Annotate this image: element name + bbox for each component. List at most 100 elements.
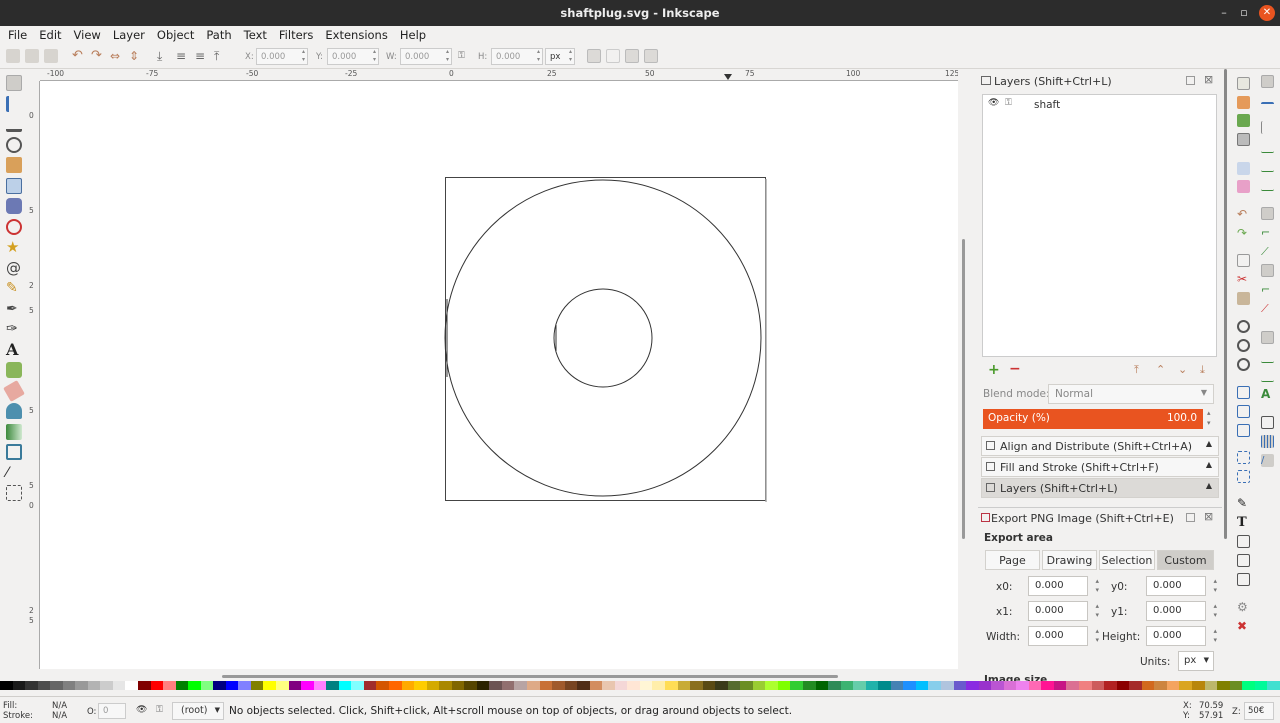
- palette-swatch[interactable]: [865, 681, 879, 690]
- xml-editor-icon[interactable]: [1237, 554, 1250, 567]
- palette-swatch[interactable]: [715, 681, 728, 690]
- lower-layer-icon[interactable]: ⌄: [1178, 363, 1187, 376]
- horizontal-scrollbar[interactable]: [40, 674, 958, 680]
- snap-guide-icon[interactable]: /: [1261, 454, 1274, 467]
- rectangle-tool-icon[interactable]: [6, 178, 22, 194]
- palette-swatch[interactable]: [589, 681, 603, 690]
- palette-swatch[interactable]: [276, 681, 289, 690]
- rotate-ccw-icon[interactable]: ↶: [72, 49, 86, 63]
- eye-icon[interactable]: 👁: [988, 98, 999, 108]
- opacity-input[interactable]: 0: [98, 703, 126, 719]
- palette-swatch[interactable]: [401, 681, 415, 690]
- spiral-tool-icon[interactable]: @: [6, 260, 22, 276]
- layers-panel-tab[interactable]: Layers (Shift+Ctrl+L) ▲: [981, 478, 1219, 498]
- ellipse-tool-icon[interactable]: [6, 219, 22, 235]
- unlink-clone-icon[interactable]: [1237, 424, 1250, 437]
- menu-file[interactable]: File: [2, 26, 33, 44]
- print-icon[interactable]: [1237, 133, 1250, 146]
- palette-swatch[interactable]: [903, 681, 916, 690]
- palette-swatch[interactable]: [953, 681, 967, 690]
- snap-center-icon[interactable]: [1261, 350, 1274, 363]
- palette-swatch[interactable]: [363, 681, 377, 690]
- undo-icon[interactable]: ↶: [1237, 208, 1250, 221]
- palette-swatch[interactable]: [489, 681, 502, 690]
- snap-midpoint-icon[interactable]: ⟋: [1261, 302, 1274, 315]
- clone-icon[interactable]: [1237, 405, 1250, 418]
- palette-swatch[interactable]: [188, 681, 201, 690]
- dropper-tool-icon[interactable]: ⁄: [6, 465, 22, 481]
- snap-cusp-icon[interactable]: [1261, 264, 1274, 277]
- y0-input[interactable]: 0.000: [1146, 576, 1217, 596]
- layer-row[interactable]: 👁 ⚿ shaft: [983, 97, 1216, 113]
- palette-swatch[interactable]: [213, 681, 226, 690]
- transform-patterns-icon[interactable]: [644, 49, 658, 63]
- palette-swatch[interactable]: [414, 681, 427, 690]
- palette-swatch[interactable]: [1179, 681, 1192, 690]
- palette-swatch[interactable]: [828, 681, 841, 690]
- export-page-button[interactable]: Page: [985, 550, 1040, 570]
- palette-swatch[interactable]: [614, 681, 628, 690]
- export-selection-button[interactable]: Selection: [1099, 550, 1155, 570]
- remove-layer-icon[interactable]: −: [1009, 361, 1021, 377]
- snap-intersection-icon[interactable]: ⟋: [1261, 245, 1274, 258]
- palette-swatch[interactable]: [301, 681, 314, 690]
- deselect-icon[interactable]: [44, 49, 58, 63]
- vertical-scrollbar[interactable]: [958, 69, 968, 674]
- palette-swatch[interactable]: [376, 681, 389, 690]
- opacity-slider[interactable]: Opacity (%) 100.0: [983, 409, 1203, 429]
- palette-swatch[interactable]: [163, 681, 176, 690]
- minimize-button[interactable]: –: [1216, 5, 1232, 21]
- copy-icon[interactable]: [1237, 254, 1250, 267]
- snap-path-icon[interactable]: ⌐: [1261, 226, 1274, 239]
- zoom-input[interactable]: 50€: [1244, 702, 1274, 720]
- redo-icon[interactable]: ↷: [1237, 227, 1250, 240]
- palette-swatch[interactable]: [125, 681, 139, 690]
- palette-swatch[interactable]: [727, 681, 741, 690]
- menu-path[interactable]: Path: [200, 26, 237, 44]
- palette-swatch[interactable]: [790, 681, 803, 690]
- h-input[interactable]: 0.000: [491, 48, 543, 65]
- palette-swatch[interactable]: [564, 681, 578, 690]
- palette-swatch[interactable]: [1041, 681, 1054, 690]
- lock-icon[interactable]: ⚿: [1005, 98, 1012, 108]
- horizontal-scroll-thumb[interactable]: [222, 675, 838, 678]
- ungroup-icon[interactable]: [1237, 470, 1250, 483]
- tweak-tool-icon[interactable]: [6, 116, 22, 132]
- palette-swatch[interactable]: [1204, 681, 1218, 690]
- document-properties-icon[interactable]: ✖: [1237, 620, 1250, 633]
- text-font-icon[interactable]: T: [1237, 516, 1250, 529]
- snap-bbox-midpoint-icon[interactable]: [1261, 159, 1274, 172]
- 3d-box-tool-icon[interactable]: [6, 198, 22, 214]
- flip-vertical-icon[interactable]: ⇕: [129, 49, 143, 63]
- palette-swatch[interactable]: [915, 681, 929, 690]
- menu-object[interactable]: Object: [151, 26, 200, 44]
- node-tool-icon[interactable]: [6, 96, 22, 112]
- palette-swatch[interactable]: [652, 681, 665, 690]
- x-input[interactable]: 0.000: [256, 48, 308, 65]
- unit-select[interactable]: px: [545, 48, 575, 65]
- zoom-drawing-icon[interactable]: [1237, 339, 1250, 352]
- palette-swatch[interactable]: [1217, 681, 1230, 690]
- float-panel-icon[interactable]: [1186, 513, 1195, 522]
- palette-swatch[interactable]: [1104, 681, 1117, 690]
- palette-swatch[interactable]: [426, 681, 440, 690]
- palette-swatch[interactable]: [1053, 681, 1067, 690]
- pencil-tool-icon[interactable]: ✎: [6, 280, 22, 296]
- y-input[interactable]: 0.000: [327, 48, 379, 65]
- raise-icon[interactable]: ≡: [195, 49, 209, 63]
- palette-swatch[interactable]: [238, 681, 251, 690]
- close-button[interactable]: ✕: [1259, 5, 1275, 21]
- palette-swatch[interactable]: [941, 681, 954, 690]
- palette-swatch[interactable]: [25, 681, 38, 690]
- palette-swatch[interactable]: [752, 681, 766, 690]
- zoom-selection-icon[interactable]: [1237, 320, 1250, 333]
- palette-swatch[interactable]: [175, 681, 189, 690]
- palette-swatch[interactable]: [388, 681, 402, 690]
- palette-swatch[interactable]: [1141, 681, 1155, 690]
- palette-swatch[interactable]: [552, 681, 565, 690]
- palette-swatch[interactable]: [37, 681, 51, 690]
- palette-swatch[interactable]: [200, 681, 214, 690]
- menu-layer[interactable]: Layer: [107, 26, 151, 44]
- palette-swatch[interactable]: [740, 681, 753, 690]
- palette-swatch[interactable]: [1242, 681, 1255, 690]
